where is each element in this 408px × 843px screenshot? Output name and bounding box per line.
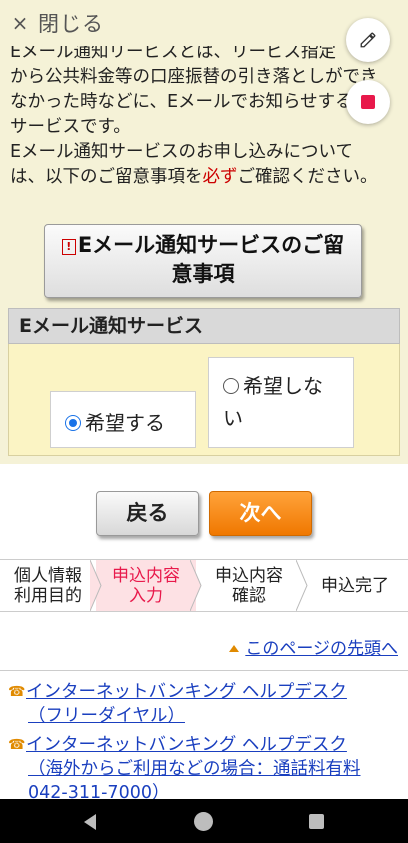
helpdesk-title-2[interactable]: インターネットバンキング ヘルプデスク	[26, 735, 347, 755]
helpdesk-sub-1[interactable]: （フリーダイヤル）	[8, 704, 400, 728]
helpdesk-sub-2[interactable]: （海外からご利用などの場合：通話料有料	[8, 757, 400, 781]
intro-line-4: サービスです。	[10, 117, 131, 137]
pencil-icon	[360, 32, 376, 48]
radio-no-label-2: い	[223, 406, 243, 430]
system-nav-bar	[0, 799, 408, 843]
step-2-line-1: 申込内容	[112, 566, 180, 586]
radio-yes-label: 希望する	[85, 411, 165, 435]
radio-no-label-1: 希望しな	[243, 374, 323, 398]
nav-buttons: 戻る 次へ	[0, 464, 408, 559]
edit-button[interactable]	[346, 18, 390, 62]
step-complete: 申込完了	[302, 560, 408, 611]
phone-icon: ☎	[8, 684, 26, 700]
intro-text: Eメール通知リービスとは、リービス指定 から公共料金等の口座振替の引き落としがで…	[10, 46, 398, 190]
step-3-line-2: 確認	[232, 586, 266, 606]
radio-no-line-1: 希望しな	[223, 370, 353, 402]
step-1-line-2: 利用目的	[14, 586, 82, 606]
back-icon[interactable]	[84, 814, 96, 830]
step-arrow-icon	[190, 560, 202, 611]
step-indicator: 個人情報 利用目的 申込内容 入力 申込内容 確認 申込完了	[0, 559, 408, 612]
step-personal-info: 個人情報 利用目的	[0, 560, 96, 611]
close-label[interactable]: 閉じる	[38, 8, 104, 38]
next-button[interactable]: 次へ	[209, 491, 312, 536]
emphasis-text: 必ず	[202, 167, 238, 187]
intro-line-1: Eメール通知リービスとは、リービス指定	[10, 46, 337, 62]
notice-button[interactable]: ! Eメール通知サービスのご留 意事項	[44, 224, 362, 298]
divider	[0, 670, 408, 671]
recent-apps-icon[interactable]	[309, 814, 324, 829]
phone-icon: ☎	[8, 737, 26, 753]
intro-line-3: なかった時などに、Eメールでお知らせする	[10, 92, 353, 112]
stop-button[interactable]	[346, 80, 390, 124]
step-confirm: 申込内容 確認	[196, 560, 302, 611]
step-3-line-1: 申込内容	[215, 566, 283, 586]
intro-section: Eメール通知リービスとは、リービス指定 から公共料金等の口座振替の引き落としがで…	[0, 46, 408, 216]
triangle-up-icon	[229, 645, 240, 652]
intro-line-6-post: ご確認ください。	[237, 167, 378, 187]
radio-unchecked-icon[interactable]	[223, 378, 239, 394]
stop-icon	[361, 95, 375, 109]
page: × 閉じる Eメール通知リービスとは、リービス指定 から公共料金等の口座振替の引…	[0, 0, 408, 843]
step-arrow-icon	[296, 560, 308, 611]
step-2-line-2: 入力	[129, 586, 163, 606]
step-input: 申込内容 入力	[96, 560, 196, 611]
intro-line-6: は、以下のご留意事項を必ずご確認ください。	[10, 165, 398, 190]
page-top-label[interactable]: このページの先頭へ	[245, 639, 398, 659]
back-button[interactable]: 戻る	[96, 491, 199, 536]
home-icon[interactable]	[194, 812, 213, 831]
radio-checked-icon[interactable]	[65, 415, 81, 431]
intro-line-6-pre: は、以下のご留意事項を	[10, 167, 203, 187]
helpdesk-link-overseas[interactable]: ☎インターネットバンキング ヘルプデスク （海外からご利用などの場合：通話料有料…	[8, 733, 400, 805]
intro-line-5: Eメール通知サービスのお申し込みについて	[10, 142, 354, 162]
notice-label-2: 意事項	[171, 262, 235, 286]
page-top-link[interactable]: このページの先頭へ	[229, 634, 398, 659]
step-1-line-1: 個人情報	[14, 566, 82, 586]
service-header: Eメール通知サービス	[8, 308, 400, 344]
step-4-line-1: 申込完了	[321, 576, 389, 596]
close-icon[interactable]: ×	[8, 13, 32, 33]
alert-icon: !	[61, 239, 76, 255]
helpdesk-link-freedial[interactable]: ☎インターネットバンキング ヘルプデスク （フリーダイヤル）	[8, 680, 400, 728]
intro-line-2: から公共料金等の口座振替の引き落としができ	[10, 67, 378, 87]
service-options: 希望する 希望しな い	[8, 344, 400, 456]
radio-option-no[interactable]: 希望しな い	[208, 357, 354, 448]
notice-label-1: Eメール通知サービスのご留	[77, 233, 345, 257]
step-arrow-icon	[90, 560, 102, 611]
notice-line-1: ! Eメール通知サービスのご留	[45, 231, 361, 260]
main-section: ! Eメール通知サービスのご留 意事項 Eメール通知サービス 希望する 希望しな …	[0, 216, 408, 464]
radio-option-yes[interactable]: 希望する	[50, 391, 196, 448]
helpdesk-title-1[interactable]: インターネットバンキング ヘルプデスク	[26, 682, 347, 702]
